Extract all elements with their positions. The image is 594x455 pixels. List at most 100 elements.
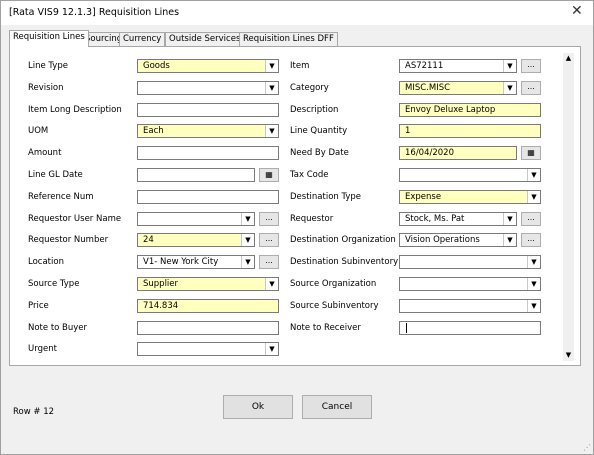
chevron-down-icon[interactable]: ▼ (527, 278, 540, 290)
label-need-by-date: Need By Date (290, 148, 349, 158)
ok-button[interactable]: Ok (223, 395, 293, 419)
item-long-description-field[interactable] (137, 103, 279, 117)
need-by-date-field[interactable]: 16/04/2020 (399, 146, 517, 160)
category-field[interactable]: MISC.MISC ▼ (399, 81, 517, 95)
requestor-number-lookup-button[interactable]: ... (259, 233, 279, 247)
chevron-down-icon[interactable]: ▼ (265, 343, 278, 355)
source-type-value: Supplier (143, 279, 179, 289)
chevron-down-icon[interactable]: ▼ (265, 82, 278, 94)
text-cursor (406, 323, 407, 333)
note-to-buyer-field[interactable] (137, 321, 279, 335)
chevron-down-icon[interactable]: ▼ (265, 278, 278, 290)
chevron-down-icon[interactable]: ▼ (527, 191, 540, 203)
label-requestor-number: Requestor Number (28, 235, 109, 245)
requestor-number-field[interactable]: 24 ▼ (137, 233, 255, 247)
requestor-value: Stock, Ms. Pat (405, 214, 465, 224)
tab-requisition-lines[interactable]: Requisition Lines (9, 30, 89, 47)
line-gl-date-field[interactable] (137, 168, 255, 182)
chevron-down-icon[interactable]: ▼ (241, 256, 254, 268)
source-subinventory-field[interactable]: ▼ (399, 299, 541, 313)
cancel-button[interactable]: Cancel (302, 395, 372, 419)
description-value: Envoy Deluxe Laptop (405, 105, 496, 115)
chevron-down-icon[interactable]: ▼ (265, 125, 278, 137)
chevron-down-icon[interactable]: ▼ (503, 60, 516, 72)
label-destination-subinventory: Destination Subinventory (290, 257, 399, 267)
destination-organization-field[interactable]: Vision Operations ▼ (399, 233, 517, 247)
scroll-down-icon[interactable]: ▼ (563, 350, 574, 361)
chevron-down-icon[interactable]: ▼ (527, 300, 540, 312)
label-line-type: Line Type (28, 61, 68, 71)
requestor-lookup-button[interactable]: ... (521, 212, 541, 226)
close-icon[interactable]: ✕ (571, 4, 583, 18)
tab-outside-services[interactable]: Outside Services (165, 32, 245, 47)
amount-field[interactable] (137, 146, 279, 160)
label-uom: UOM (28, 126, 49, 136)
label-requestor: Requestor (290, 214, 334, 224)
destination-subinventory-field[interactable]: ▼ (399, 255, 541, 269)
label-item-long-description: Item Long Description (28, 105, 122, 115)
resize-grip-icon: ⋰ (583, 443, 591, 452)
location-value: V1- New York City (143, 257, 219, 267)
destination-type-value: Expense (405, 192, 442, 202)
note-to-receiver-field[interactable] (399, 321, 541, 335)
uom-value: Each (143, 126, 164, 136)
requestor-user-name-field[interactable]: ▼ (137, 212, 255, 226)
destination-organization-value: Vision Operations (405, 235, 480, 245)
price-value: 714.834 (143, 301, 179, 311)
title-bar: [Rata VIS9 12.1.3] Requisition Lines ✕ (1, 1, 593, 25)
chevron-down-icon[interactable]: ▼ (527, 169, 540, 181)
label-amount: Amount (28, 148, 62, 158)
row-number-status: Row # 12 (13, 407, 55, 417)
chevron-down-icon[interactable]: ▼ (503, 213, 516, 225)
description-field[interactable]: Envoy Deluxe Laptop (399, 103, 541, 117)
item-field[interactable]: AS72111 ▼ (399, 59, 517, 73)
source-organization-field[interactable]: ▼ (399, 277, 541, 291)
label-destination-type: Destination Type (290, 192, 362, 202)
destination-organization-lookup-button[interactable]: ... (521, 233, 541, 247)
line-type-value: Goods (143, 61, 170, 71)
label-source-subinventory: Source Subinventory (290, 301, 379, 311)
chevron-down-icon[interactable]: ▼ (241, 234, 254, 246)
label-source-organization: Source Organization (290, 279, 377, 289)
label-item: Item (290, 61, 310, 71)
price-field[interactable]: 714.834 (137, 299, 279, 313)
requestor-user-name-lookup-button[interactable]: ... (259, 212, 279, 226)
requestor-number-value: 24 (143, 235, 154, 245)
item-lookup-button[interactable]: ... (521, 59, 541, 73)
requestor-field[interactable]: Stock, Ms. Pat ▼ (399, 212, 517, 226)
label-source-type: Source Type (28, 279, 80, 289)
category-lookup-button[interactable]: ... (521, 81, 541, 95)
urgent-field[interactable]: ▼ (137, 342, 279, 356)
chevron-down-icon[interactable]: ▼ (527, 256, 540, 268)
reference-num-field[interactable] (137, 190, 279, 204)
tab-currency[interactable]: Currency (119, 32, 166, 47)
line-quantity-value: 1 (405, 126, 411, 136)
calendar-icon[interactable]: ▦ (259, 168, 279, 182)
label-requestor-user-name: Requestor User Name (28, 214, 122, 224)
location-lookup-button[interactable]: ... (259, 255, 279, 269)
category-value: MISC.MISC (405, 83, 451, 93)
label-tax-code: Tax Code (290, 170, 329, 180)
chevron-down-icon[interactable]: ▼ (503, 82, 516, 94)
tab-requisition-lines-dff[interactable]: Requisition Lines DFF (239, 32, 338, 47)
line-type-field[interactable]: Goods ▼ (137, 59, 279, 73)
label-urgent: Urgent (28, 344, 57, 354)
chevron-down-icon[interactable]: ▼ (265, 60, 278, 72)
scroll-up-icon[interactable]: ▲ (563, 53, 574, 64)
tax-code-field[interactable]: ▼ (399, 168, 541, 182)
source-type-field[interactable]: Supplier ▼ (137, 277, 279, 291)
label-price: Price (28, 301, 49, 311)
label-note-to-receiver: Note to Receiver (290, 323, 361, 333)
vertical-scrollbar[interactable]: ▲ ▼ (563, 53, 574, 361)
uom-field[interactable]: Each ▼ (137, 124, 279, 138)
label-destination-organization: Destination Organization (290, 235, 396, 245)
chevron-down-icon[interactable]: ▼ (503, 234, 516, 246)
line-quantity-field[interactable]: 1 (399, 124, 541, 138)
calendar-icon[interactable]: ▦ (521, 146, 541, 160)
label-revision: Revision (28, 83, 64, 93)
destination-type-field[interactable]: Expense ▼ (399, 190, 541, 204)
revision-field[interactable]: ▼ (137, 81, 279, 95)
chevron-down-icon[interactable]: ▼ (241, 213, 254, 225)
need-by-date-value: 16/04/2020 (405, 148, 454, 158)
location-field[interactable]: V1- New York City ▼ (137, 255, 255, 269)
